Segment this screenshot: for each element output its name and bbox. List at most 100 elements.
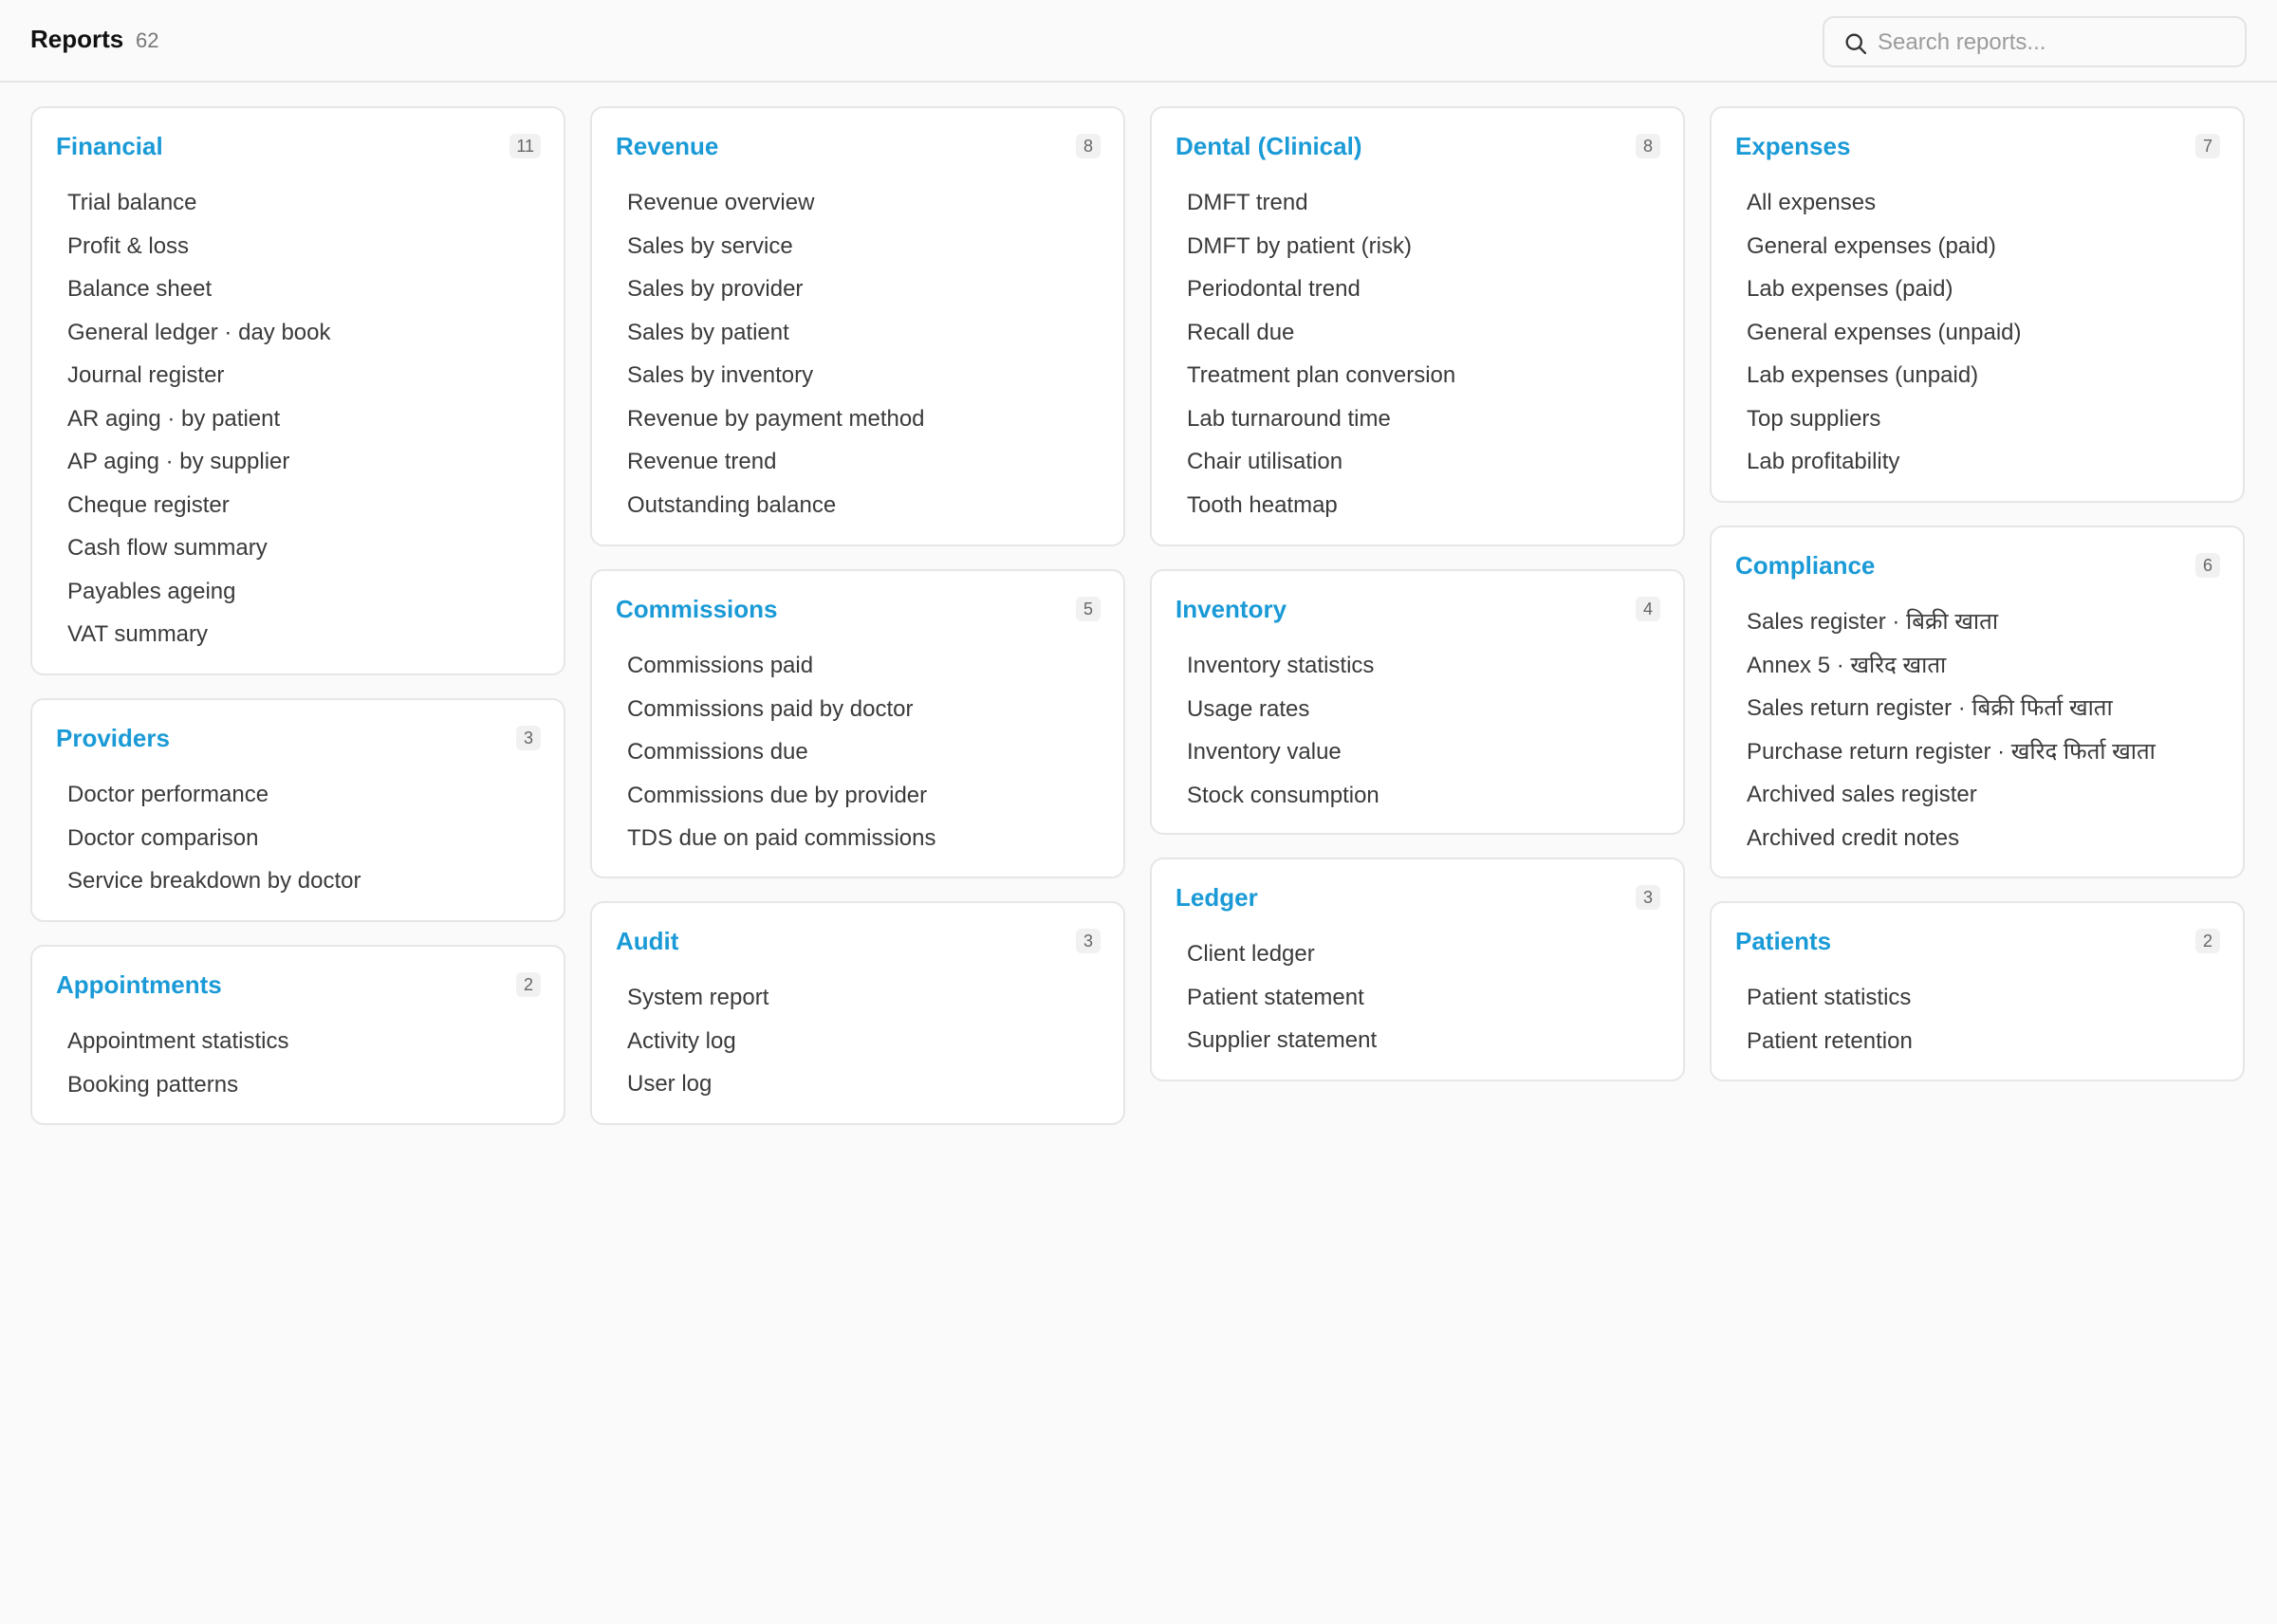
report-item[interactable]: Inventory value bbox=[1187, 730, 1379, 774]
card-title: Compliance bbox=[1735, 551, 1876, 580]
report-item[interactable]: Client ledger bbox=[1187, 932, 1377, 976]
report-item[interactable]: Journal register bbox=[67, 354, 331, 397]
report-item[interactable]: Lab expenses (unpaid) bbox=[1747, 354, 2022, 397]
report-list: Client ledger Patient statement Supplier… bbox=[1187, 932, 1377, 1062]
report-item[interactable]: Commissions paid bbox=[627, 644, 935, 688]
report-item[interactable]: Top suppliers bbox=[1747, 397, 2022, 441]
report-item[interactable]: Archived sales register bbox=[1747, 773, 2156, 817]
report-item[interactable]: Stock consumption bbox=[1187, 774, 1379, 818]
count-badge: 2 bbox=[2195, 929, 2220, 953]
report-item[interactable]: Cheque register bbox=[67, 484, 331, 527]
card-title: Audit bbox=[616, 927, 679, 955]
report-item[interactable]: Lab profitability bbox=[1747, 440, 2022, 484]
report-item[interactable]: Sales register · बिक्री खाता bbox=[1747, 600, 2156, 644]
report-item[interactable]: Booking patterns bbox=[67, 1063, 288, 1107]
report-list: Revenue overview Sales by service Sales … bbox=[627, 181, 925, 526]
report-list: Trial balance Profit & loss Balance shee… bbox=[67, 181, 331, 656]
card-audit: Audit 3 System report Activity log User … bbox=[590, 901, 1125, 1125]
report-item[interactable]: Sales by provider bbox=[627, 268, 925, 311]
report-list: System report Activity log User log bbox=[627, 976, 768, 1106]
report-item[interactable]: Activity log bbox=[627, 1020, 768, 1063]
report-item[interactable]: System report bbox=[627, 976, 768, 1020]
report-item[interactable]: Commissions due bbox=[627, 730, 935, 774]
search-input[interactable] bbox=[1878, 26, 2229, 60]
report-item[interactable]: Sales by patient bbox=[627, 311, 925, 355]
card-title: Dental (Clinical) bbox=[1176, 132, 1362, 160]
card-title: Appointments bbox=[56, 970, 222, 999]
report-count: 62 bbox=[136, 28, 159, 52]
report-item[interactable]: Patient retention bbox=[1747, 1020, 1913, 1063]
report-item[interactable]: General expenses (paid) bbox=[1747, 225, 2022, 268]
report-item[interactable]: Patient statement bbox=[1187, 976, 1377, 1020]
report-item[interactable]: Usage rates bbox=[1187, 688, 1379, 731]
card-title: Financial bbox=[56, 132, 163, 160]
card-appointments: Appointments 2 Appointment statistics Bo… bbox=[30, 945, 565, 1125]
report-item[interactable]: Commissions due by provider bbox=[627, 774, 935, 818]
count-badge: 6 bbox=[2195, 553, 2220, 578]
report-item[interactable]: Treatment plan conversion bbox=[1187, 354, 1455, 397]
report-list: Inventory statistics Usage rates Invento… bbox=[1187, 644, 1379, 817]
report-item[interactable]: Sales return register · बिक्री फिर्ता खा… bbox=[1747, 687, 2156, 730]
report-item[interactable]: DMFT by patient (risk) bbox=[1187, 225, 1455, 268]
report-item[interactable]: Doctor comparison bbox=[67, 817, 361, 860]
report-item[interactable]: Annex 5 · खरिद खाता bbox=[1747, 644, 2156, 688]
report-item[interactable]: General expenses (unpaid) bbox=[1747, 311, 2022, 355]
card-patients: Patients 2 Patient statistics Patient re… bbox=[1710, 901, 2245, 1081]
report-item[interactable]: Cash flow summary bbox=[67, 526, 331, 570]
report-item[interactable]: Doctor performance bbox=[67, 773, 361, 817]
report-item[interactable]: Purchase return register · खरिद फिर्ता ख… bbox=[1747, 730, 2156, 774]
card-financial: Financial 11 Trial balance Profit & loss… bbox=[30, 106, 565, 675]
report-item[interactable]: Commissions paid by doctor bbox=[627, 688, 935, 731]
report-item[interactable]: User log bbox=[627, 1062, 768, 1106]
report-item[interactable]: Patient statistics bbox=[1747, 976, 1913, 1020]
report-list: Doctor performance Doctor comparison Ser… bbox=[67, 773, 361, 903]
card-title: Ledger bbox=[1176, 883, 1258, 912]
report-item[interactable]: Payables ageing bbox=[67, 570, 331, 614]
report-item[interactable]: Supplier statement bbox=[1187, 1019, 1377, 1062]
report-item[interactable]: Recall due bbox=[1187, 311, 1455, 355]
report-item[interactable]: Sales by service bbox=[627, 225, 925, 268]
report-item[interactable]: AP aging · by supplier bbox=[67, 440, 331, 484]
report-item[interactable]: Trial balance bbox=[67, 181, 331, 225]
report-item[interactable]: DMFT trend bbox=[1187, 181, 1455, 225]
report-list: Patient statistics Patient retention bbox=[1747, 976, 1913, 1062]
report-item[interactable]: Appointment statistics bbox=[67, 1020, 288, 1063]
report-item[interactable]: Service breakdown by doctor bbox=[67, 859, 361, 903]
count-badge: 7 bbox=[2195, 134, 2220, 158]
report-item[interactable]: All expenses bbox=[1747, 181, 2022, 225]
card-inventory: Inventory 4 Inventory statistics Usage r… bbox=[1150, 569, 1685, 835]
card-compliance: Compliance 6 Sales register · बिक्री खात… bbox=[1710, 526, 2245, 878]
card-ledger: Ledger 3 Client ledger Patient statement… bbox=[1150, 858, 1685, 1081]
report-item[interactable]: Archived credit notes bbox=[1747, 817, 2156, 860]
count-badge: 5 bbox=[1076, 597, 1101, 621]
count-badge: 11 bbox=[509, 134, 541, 158]
report-item[interactable]: Chair utilisation bbox=[1187, 440, 1455, 484]
report-item[interactable]: AR aging · by patient bbox=[67, 397, 331, 441]
report-item[interactable]: Revenue by payment method bbox=[627, 397, 925, 441]
report-item[interactable]: Balance sheet bbox=[67, 268, 331, 311]
count-badge: 3 bbox=[1076, 929, 1101, 953]
report-item[interactable]: Lab turnaround time bbox=[1187, 397, 1455, 441]
card-title: Commissions bbox=[616, 595, 778, 623]
card-title: Providers bbox=[56, 724, 170, 752]
report-item[interactable]: Sales by inventory bbox=[627, 354, 925, 397]
report-item[interactable]: Revenue overview bbox=[627, 181, 925, 225]
count-badge: 2 bbox=[516, 972, 541, 997]
report-list: Sales register · बिक्री खाता Annex 5 · ख… bbox=[1747, 600, 2156, 859]
count-badge: 3 bbox=[1636, 885, 1660, 910]
report-item[interactable]: Revenue trend bbox=[627, 440, 925, 484]
report-item[interactable]: VAT summary bbox=[67, 613, 331, 656]
card-title: Inventory bbox=[1176, 595, 1287, 623]
report-item[interactable]: Profit & loss bbox=[67, 225, 331, 268]
report-item[interactable]: Tooth heatmap bbox=[1187, 484, 1455, 527]
report-item[interactable]: Lab expenses (paid) bbox=[1747, 268, 2022, 311]
card-title: Patients bbox=[1735, 927, 1832, 955]
report-item[interactable]: Inventory statistics bbox=[1187, 644, 1379, 688]
report-item[interactable]: TDS due on paid commissions bbox=[627, 817, 935, 860]
search-box[interactable] bbox=[1823, 16, 2247, 67]
report-item[interactable]: Periodontal trend bbox=[1187, 268, 1455, 311]
page-title: Reports bbox=[30, 25, 124, 53]
report-item[interactable]: Outstanding balance bbox=[627, 484, 925, 527]
report-item[interactable]: General ledger · day book bbox=[67, 311, 331, 355]
count-badge: 8 bbox=[1636, 134, 1660, 158]
